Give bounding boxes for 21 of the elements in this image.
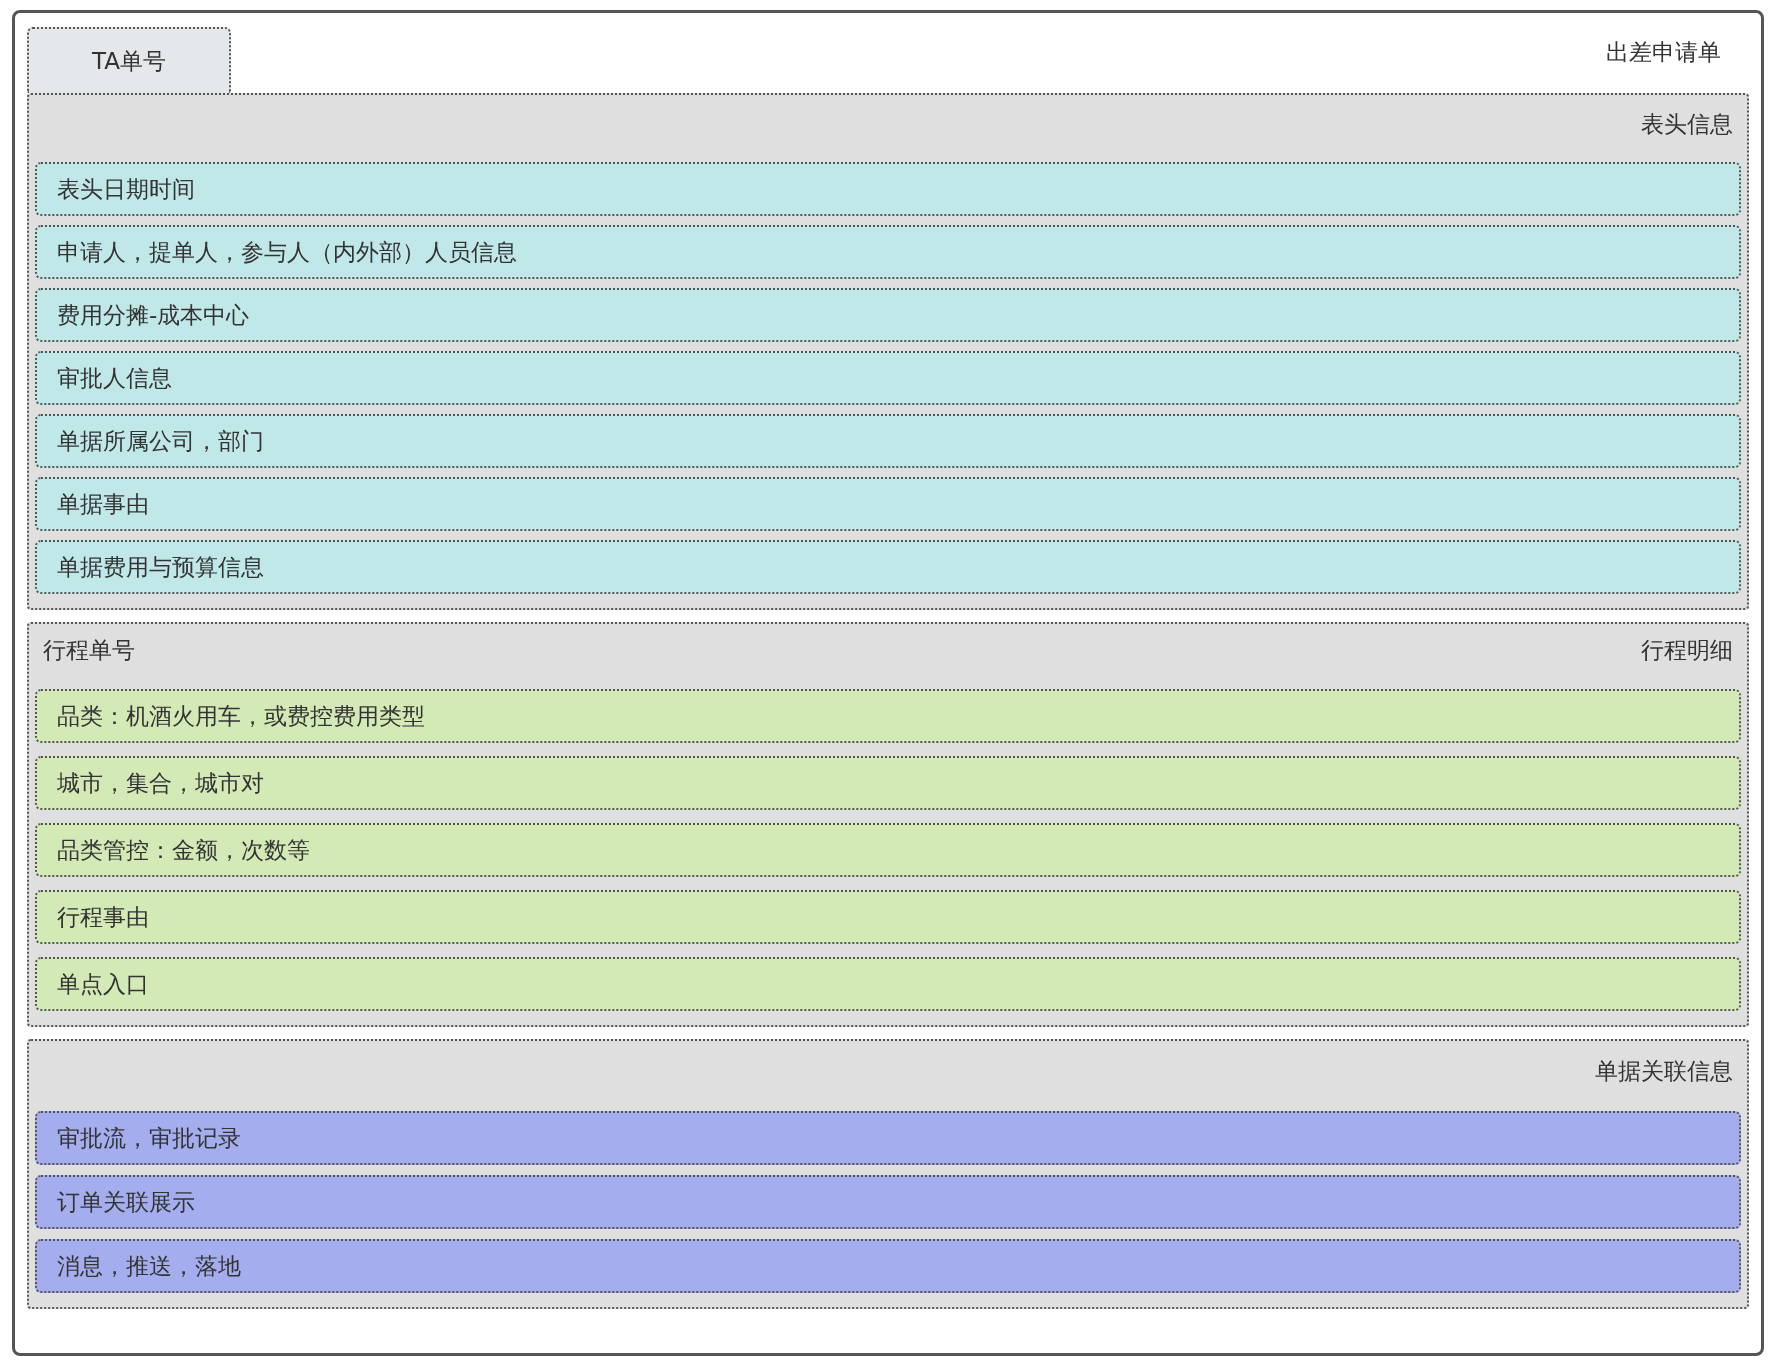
field-row: 表头日期时间 xyxy=(35,162,1741,216)
field-row: 单据所属公司，部门 xyxy=(35,414,1741,468)
field-row: 单点入口 xyxy=(35,957,1741,1011)
field-row: 单据费用与预算信息 xyxy=(35,540,1741,594)
field-row: 审批人信息 xyxy=(35,351,1741,405)
field-row: 订单关联展示 xyxy=(35,1175,1741,1229)
field-row: 费用分摊-成本中心 xyxy=(35,288,1741,342)
field-row: 单据事由 xyxy=(35,477,1741,531)
field-row: 品类：机酒火用车，或费控费用类型 xyxy=(35,689,1741,743)
tab[interactable]: TA单号 xyxy=(27,27,231,93)
section-title: 表头信息 xyxy=(1641,109,1733,139)
field-row: 申请人，提单人，参与人（内外部）人员信息 xyxy=(35,225,1741,279)
field-row: 消息，推送，落地 xyxy=(35,1239,1741,1293)
field-row: 行程事由 xyxy=(35,890,1741,944)
diagram-title: 出差申请单 xyxy=(1606,38,1721,67)
field-row: 城市，集合，城市对 xyxy=(35,756,1741,810)
section-title: 单据关联信息 xyxy=(1595,1056,1733,1086)
field-row: 审批流，审批记录 xyxy=(35,1111,1741,1165)
section-label: 行程单号 xyxy=(43,635,135,665)
field-row: 品类管控：金额，次数等 xyxy=(35,823,1741,877)
section-title: 行程明细 xyxy=(1641,635,1733,665)
